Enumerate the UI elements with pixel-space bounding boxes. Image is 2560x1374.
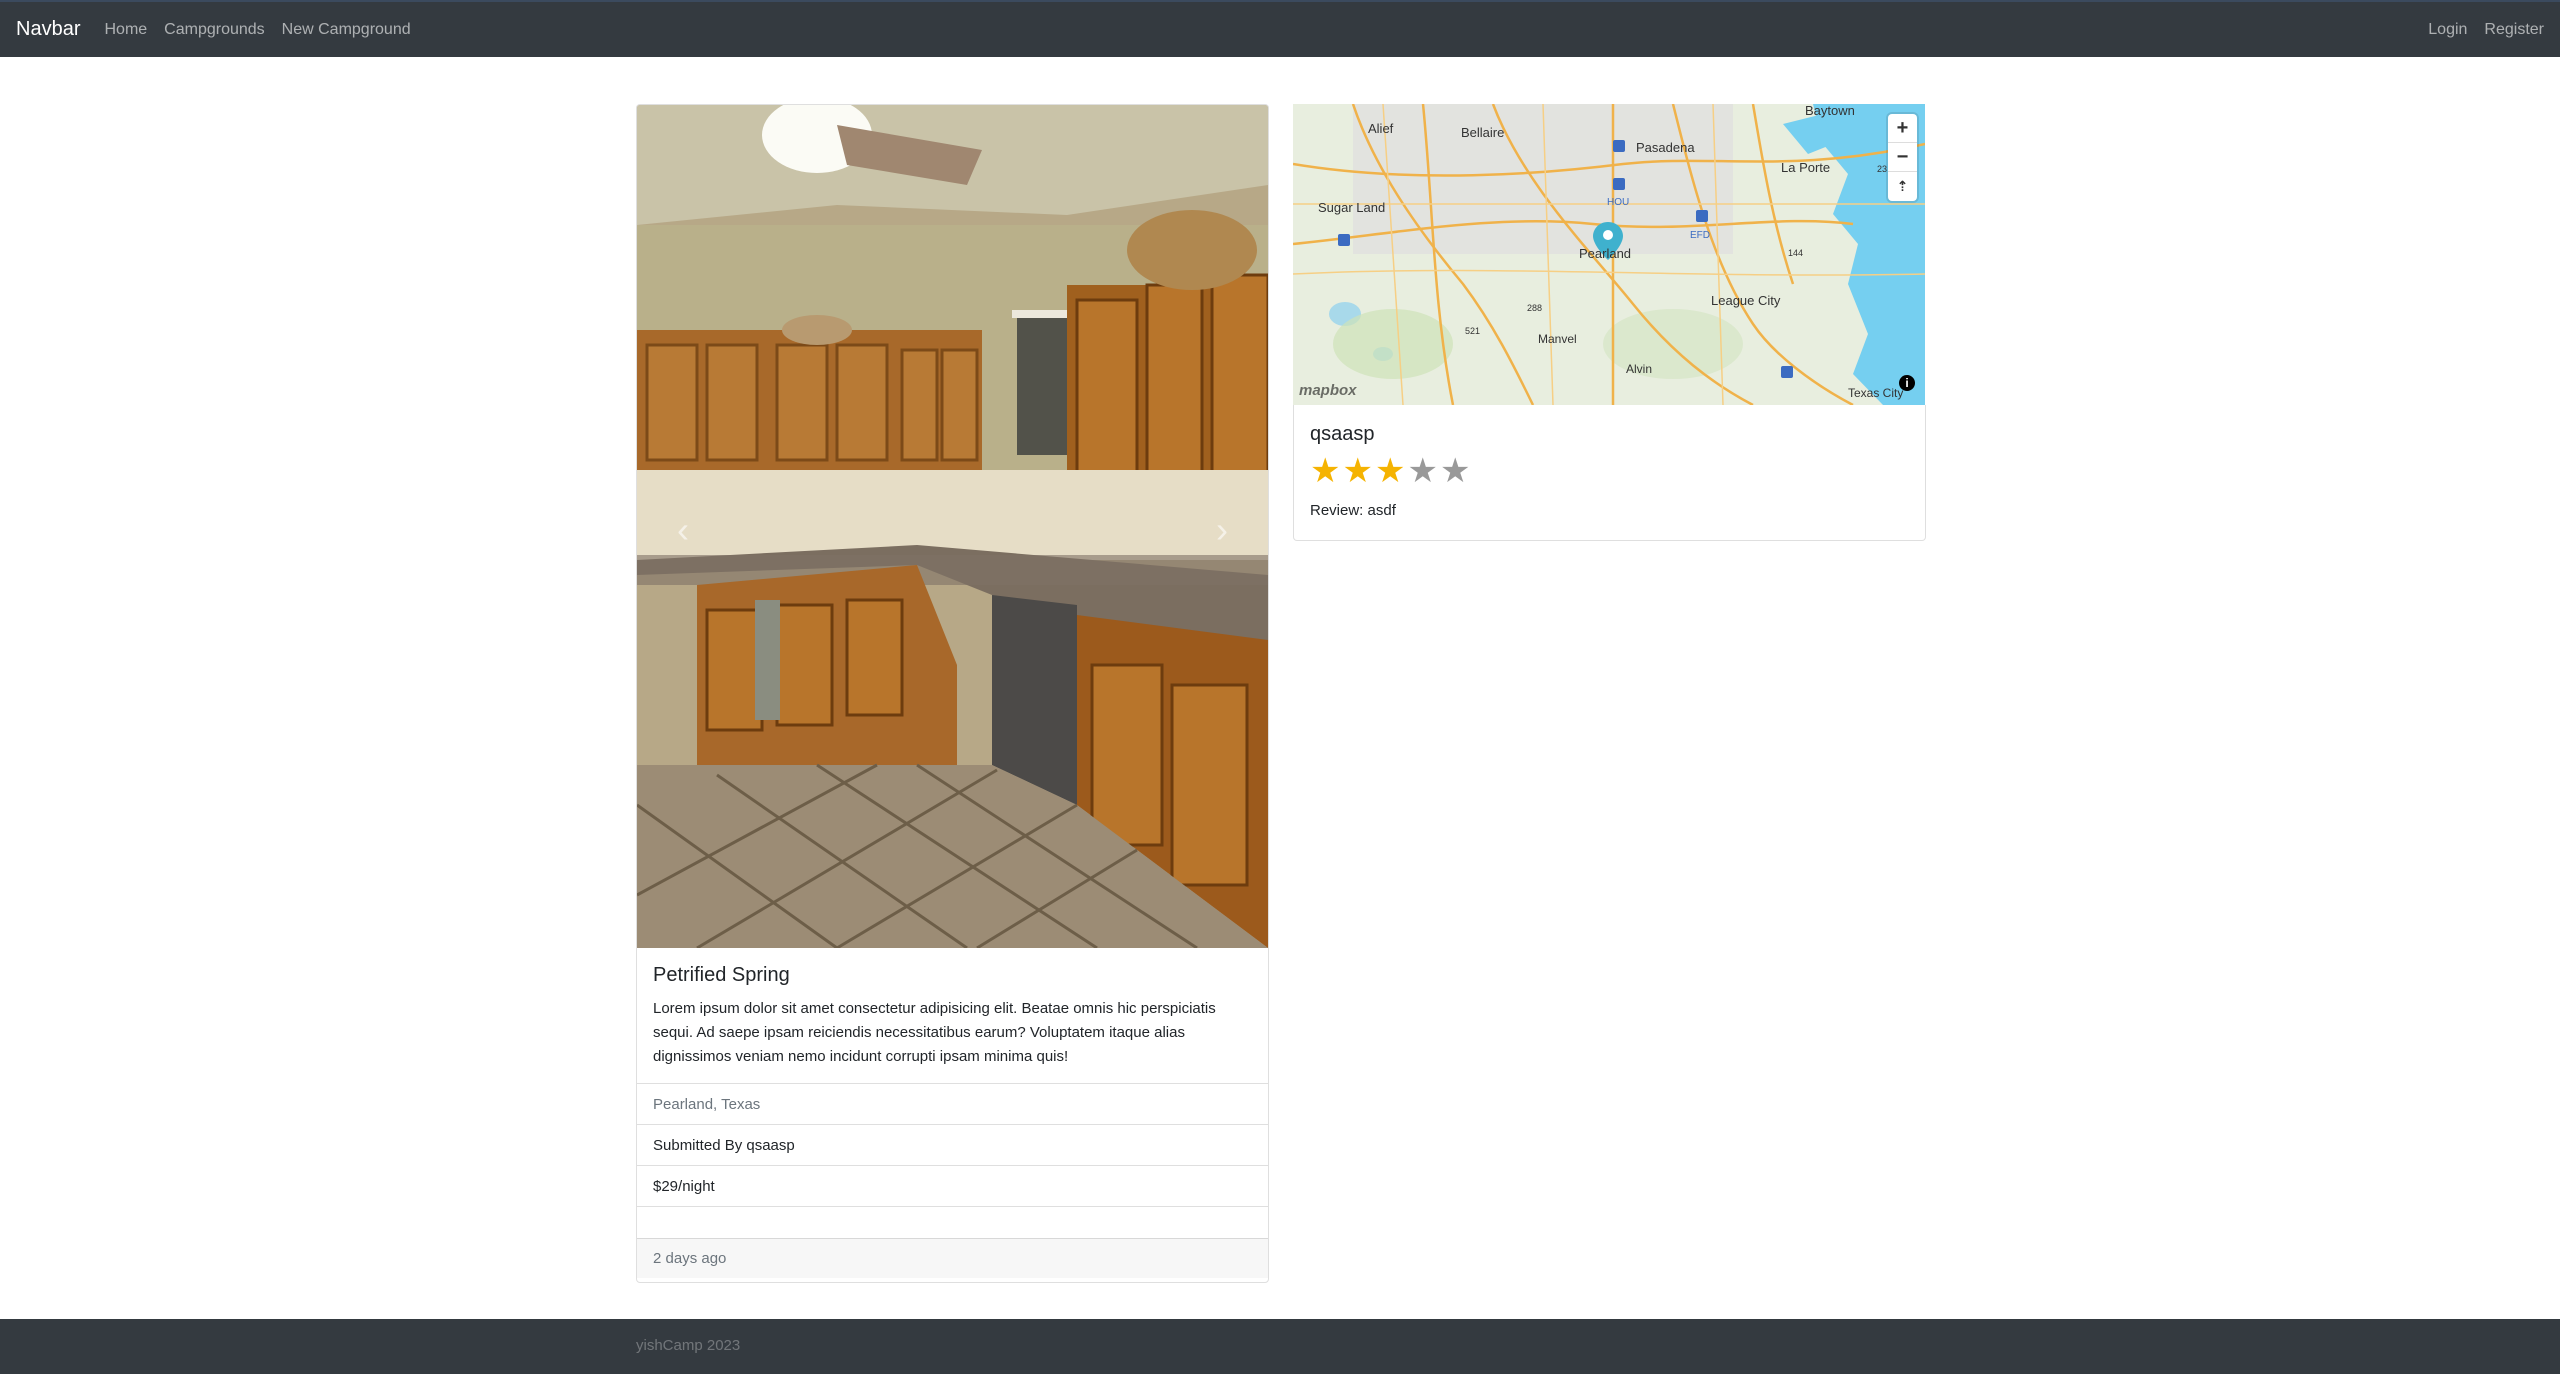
campground-location: Pearland, Texas	[637, 1083, 1268, 1124]
footer-copyright: yishCamp 2023	[636, 1337, 741, 1354]
svg-text:Alvin: Alvin	[1626, 362, 1652, 376]
svg-text:HOU: HOU	[1607, 197, 1629, 208]
nav-link-register[interactable]: Register	[2484, 21, 2544, 39]
svg-text:La Porte: La Porte	[1781, 160, 1830, 175]
review-text: Review: asdf	[1310, 502, 1396, 519]
campground-price: $29/night	[637, 1165, 1268, 1206]
page-footer: yishCamp 2023	[0, 1319, 2560, 1374]
campground-empty-row	[637, 1206, 1268, 1238]
campground-card-body: Petrified Spring Lorem ipsum dolor sit a…	[637, 948, 1268, 1083]
svg-text:Pearland: Pearland	[1579, 246, 1631, 261]
star-icon: ★	[1407, 452, 1438, 490]
svg-text:Bellaire: Bellaire	[1461, 125, 1504, 140]
svg-text:23: 23	[1877, 164, 1887, 174]
svg-text:League City: League City	[1711, 293, 1781, 308]
svg-text:144: 144	[1788, 248, 1803, 258]
svg-text:Texas City: Texas City	[1848, 386, 1903, 400]
campground-card: ‹ › Petrified Spring Lorem ipsum dolor s…	[636, 104, 1269, 1283]
campground-posted-time: 2 days ago	[637, 1238, 1268, 1278]
nav-links: Home Campgrounds New Campground	[104, 21, 427, 39]
review-rating: ★ ★ ★ ★ ★	[1310, 454, 1909, 488]
campground-title: Petrified Spring	[653, 964, 790, 986]
mapbox-logo[interactable]: mapbox	[1299, 382, 1357, 399]
svg-text:Alief: Alief	[1368, 121, 1394, 136]
zoom-out-button[interactable]: −	[1888, 143, 1917, 172]
review-card: qsaasp ★ ★ ★ ★ ★ Review: asdf	[1293, 405, 1926, 541]
navbar-brand[interactable]: Navbar	[16, 18, 80, 41]
navbar: Navbar Home Campgrounds New Campground L…	[0, 0, 2560, 57]
svg-text:Sugar Land: Sugar Land	[1318, 200, 1385, 215]
star-icon: ★	[1439, 452, 1471, 490]
campground-map[interactable]: Baytown Alief Bellaire Pasadena La Porte…	[1293, 104, 1925, 405]
map-controls: + − ⇡	[1888, 114, 1917, 201]
svg-text:521: 521	[1465, 326, 1480, 336]
campground-submitted-by: Submitted By qsaasp	[637, 1124, 1268, 1165]
nav-link-login[interactable]: Login	[2428, 21, 2467, 39]
star-icon: ★	[1374, 452, 1406, 490]
nav-link-new-campground[interactable]: New Campground	[282, 21, 411, 39]
star-icon: ★	[1342, 452, 1373, 490]
carousel-prev-button[interactable]: ‹	[663, 505, 703, 555]
map-info-icon[interactable]: i	[1899, 375, 1915, 391]
nav-link-home[interactable]: Home	[104, 21, 147, 39]
compass-button[interactable]: ⇡	[1888, 172, 1917, 201]
review-card-body: qsaasp ★ ★ ★ ★ ★ Review: asdf	[1294, 405, 1925, 537]
map-canvas[interactable]: Baytown Alief Bellaire Pasadena La Porte…	[1293, 104, 1925, 405]
svg-text:288: 288	[1527, 303, 1542, 313]
svg-text:EFD: EFD	[1690, 230, 1710, 241]
carousel-next-button[interactable]: ›	[1202, 505, 1242, 555]
zoom-in-button[interactable]: +	[1888, 114, 1917, 143]
nav-auth-links: Login Register	[2411, 21, 2544, 39]
svg-text:Pasadena: Pasadena	[1636, 140, 1695, 155]
campground-description: Lorem ipsum dolor sit amet consectetur a…	[653, 1000, 1216, 1065]
review-author: qsaasp	[1310, 423, 1375, 445]
campground-image	[637, 105, 1268, 948]
svg-text:Baytown: Baytown	[1805, 104, 1855, 118]
nav-link-campgrounds[interactable]: Campgrounds	[164, 21, 265, 39]
image-carousel: ‹ ›	[637, 105, 1268, 948]
star-icon: ★	[1310, 452, 1341, 490]
svg-text:Manvel: Manvel	[1538, 332, 1577, 346]
